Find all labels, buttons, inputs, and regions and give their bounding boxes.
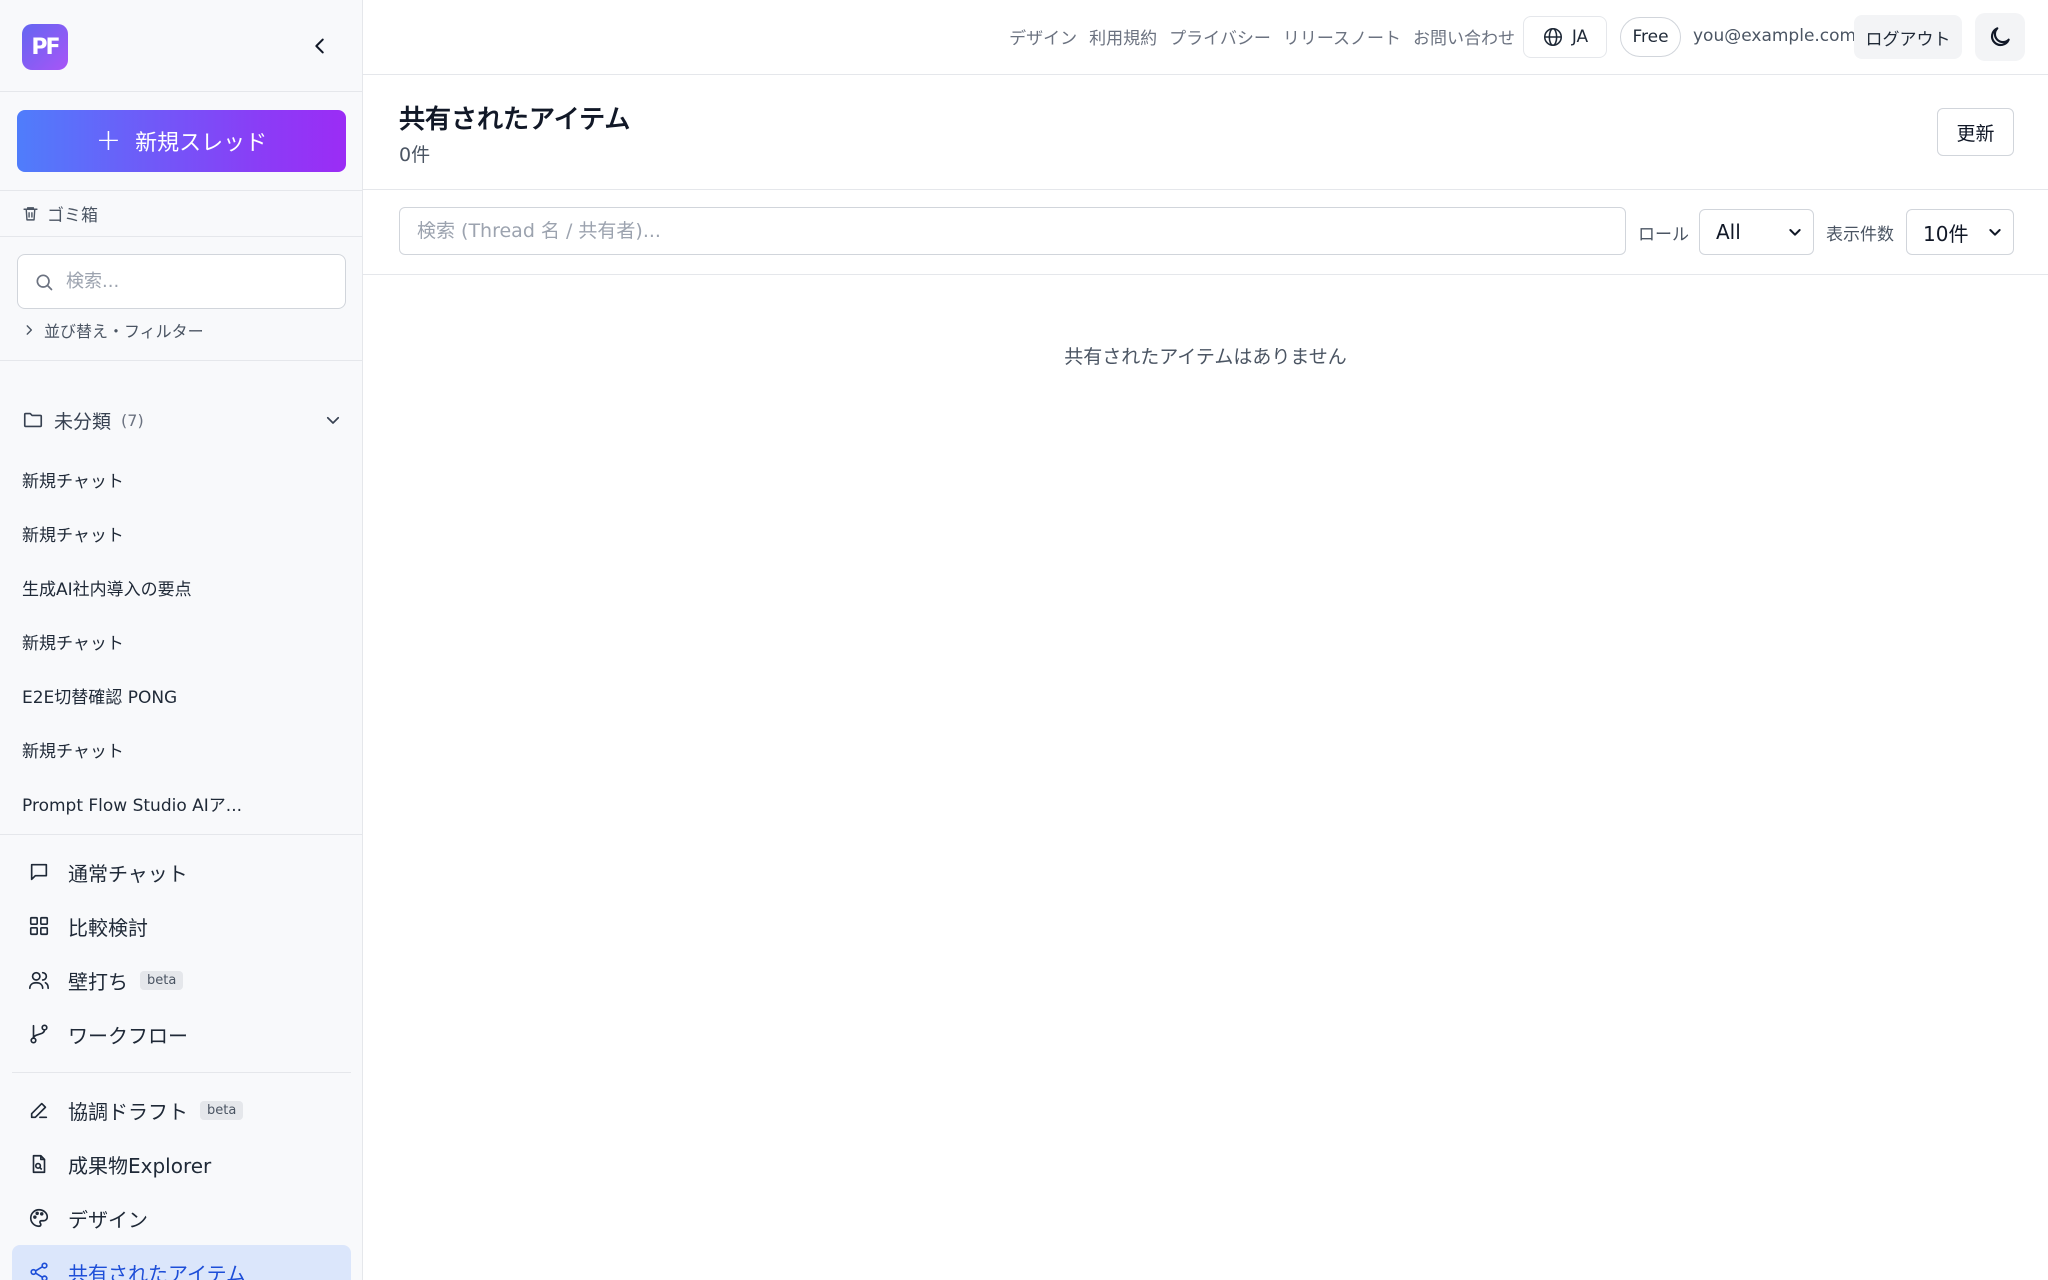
nav-item-label: 協調ドラフト bbox=[68, 1099, 188, 1124]
page-header: 共有されたアイテム 0件 更新 bbox=[363, 75, 2048, 190]
nav-item-workflow[interactable]: ワークフロー bbox=[12, 1007, 351, 1061]
role-label: ロール bbox=[1638, 225, 1689, 245]
nav-item-label: 比較検討 bbox=[68, 915, 148, 940]
plus-icon: + bbox=[95, 123, 122, 158]
chevron-down-icon bbox=[1989, 229, 2001, 236]
nav-item-design[interactable]: デザイン bbox=[12, 1191, 351, 1245]
nav-item-label: ワークフロー bbox=[68, 1023, 188, 1048]
thread-item[interactable]: 新規チャット bbox=[22, 506, 342, 560]
sidebar-header: PF bbox=[0, 0, 362, 92]
nav-item-label: 通常チャット bbox=[68, 861, 188, 886]
thread-item[interactable]: 生成AI社内導入の要点 bbox=[22, 560, 342, 614]
shared-search-input[interactable] bbox=[417, 220, 1597, 242]
beta-badge: beta bbox=[140, 970, 184, 990]
divider bbox=[0, 834, 362, 835]
folder-name: 未分類 bbox=[54, 410, 112, 433]
language-button[interactable]: JA bbox=[1523, 16, 1607, 58]
primary-nav: 通常チャット 比較検討 壁打ち beta ワークフロー bbox=[12, 845, 351, 1061]
top-link-contact[interactable]: お問い合わせ bbox=[1413, 24, 1515, 49]
nav-item-shared-items[interactable]: 共有されたアイテム bbox=[12, 1245, 351, 1280]
pencil-icon bbox=[30, 1102, 48, 1119]
nav-item-compare[interactable]: 比較検討 bbox=[12, 899, 351, 953]
role-select-value: All bbox=[1716, 220, 1741, 244]
role-select[interactable]: All bbox=[1699, 209, 1814, 255]
folder-icon bbox=[23, 412, 43, 428]
search-icon bbox=[36, 274, 53, 290]
chevron-left-icon bbox=[315, 38, 324, 54]
theme-toggle-button[interactable] bbox=[1975, 13, 2025, 61]
new-thread-label: 新規スレッド bbox=[135, 131, 268, 156]
empty-state-message: 共有されたアイテムはありません bbox=[1064, 346, 1347, 368]
new-thread-button[interactable]: + 新規スレッド bbox=[17, 110, 346, 172]
nav-item-collab-draft[interactable]: 協調ドラフト beta bbox=[12, 1083, 351, 1137]
filter-bar: ロール All 表示件数 10件 bbox=[363, 190, 2048, 275]
share-icon bbox=[30, 1262, 48, 1280]
user-email: you@example.com bbox=[1693, 26, 1857, 46]
palette-icon bbox=[30, 1208, 49, 1228]
top-link-design[interactable]: デザイン bbox=[1009, 24, 1077, 49]
chevron-down-icon[interactable] bbox=[324, 411, 342, 429]
grid-icon bbox=[29, 916, 49, 936]
app-logo[interactable]: PF bbox=[22, 24, 68, 70]
thread-item[interactable]: E2E切替確認 PONG bbox=[22, 668, 342, 722]
sidebar: PF + 新規スレッド ゴミ箱 並び替え・フィルター 未分類 (7) 新規チャッ… bbox=[0, 0, 363, 1280]
top-link-privacy[interactable]: プライバシー bbox=[1169, 24, 1271, 49]
trash-icon bbox=[23, 206, 38, 221]
thread-item[interactable]: 新規チャット bbox=[22, 722, 342, 776]
nav-item-artifact-explorer[interactable]: 成果物Explorer bbox=[12, 1137, 351, 1191]
divider bbox=[12, 1072, 351, 1073]
logout-button[interactable]: ログアウト bbox=[1854, 15, 1962, 59]
secondary-nav: 協調ドラフト beta 成果物Explorer デザイン 共有されたアイテム bbox=[12, 1083, 351, 1280]
thread-item[interactable]: 新規チャット bbox=[22, 452, 342, 506]
divider bbox=[0, 236, 362, 237]
collapse-sidebar-button[interactable] bbox=[304, 30, 336, 62]
users-icon bbox=[29, 971, 49, 990]
per-page-select-value: 10件 bbox=[1923, 221, 1969, 246]
refresh-button[interactable]: 更新 bbox=[1937, 108, 2014, 156]
sort-filter-toggle[interactable]: 並び替え・フィルター bbox=[22, 318, 204, 342]
thread-item[interactable]: 新規チャット bbox=[22, 614, 342, 668]
trash-link[interactable]: ゴミ箱 bbox=[22, 200, 98, 226]
beta-badge: beta bbox=[200, 1100, 244, 1120]
divider bbox=[0, 360, 362, 361]
thread-list: 新規チャット 新規チャット 生成AI社内導入の要点 新規チャット E2E切替確認… bbox=[22, 452, 342, 830]
top-link-release-notes[interactable]: リリースノート bbox=[1283, 24, 1401, 49]
topbar: デザイン 利用規約 プライバシー リリースノート お問い合わせ JA Free … bbox=[363, 0, 2048, 75]
message-square-icon bbox=[30, 863, 48, 881]
nav-item-label: 成果物Explorer bbox=[68, 1153, 212, 1178]
divider bbox=[0, 190, 362, 191]
folder-uncategorized[interactable]: 未分類 (7) bbox=[22, 404, 342, 436]
top-links: デザイン 利用規約 プライバシー リリースノート お問い合わせ bbox=[1009, 24, 1515, 49]
sort-filter-label: 並び替え・フィルター bbox=[44, 322, 204, 341]
chevron-down-icon bbox=[1789, 229, 1801, 236]
nav-item-chat[interactable]: 通常チャット bbox=[12, 845, 351, 899]
item-count: 0件 bbox=[399, 144, 431, 166]
moon-icon bbox=[1990, 27, 2010, 47]
sidebar-search bbox=[17, 254, 346, 309]
file-search-icon bbox=[32, 1154, 46, 1174]
plan-badge: Free bbox=[1620, 17, 1681, 57]
top-link-terms[interactable]: 利用規約 bbox=[1089, 24, 1157, 49]
nav-item-label: デザイン bbox=[68, 1207, 148, 1232]
nav-item-brainstorm[interactable]: 壁打ち beta bbox=[12, 953, 351, 1007]
per-page-select[interactable]: 10件 bbox=[1906, 209, 2014, 255]
thread-item[interactable]: Prompt Flow Studio AIア... bbox=[22, 776, 342, 830]
nav-item-label: 壁打ち bbox=[68, 969, 128, 994]
chevron-right-icon bbox=[26, 325, 33, 335]
git-branch-icon bbox=[30, 1024, 48, 1044]
folder-count: (7) bbox=[121, 410, 144, 430]
trash-label: ゴミ箱 bbox=[47, 205, 98, 226]
page-title: 共有されたアイテム bbox=[399, 105, 631, 135]
language-label: JA bbox=[1571, 27, 1589, 47]
nav-item-label: 共有されたアイテム bbox=[68, 1261, 246, 1280]
globe-icon bbox=[1543, 27, 1562, 47]
sidebar-search-input[interactable] bbox=[66, 271, 316, 292]
per-page-label: 表示件数 bbox=[1826, 225, 1894, 245]
shared-search bbox=[399, 207, 1626, 255]
